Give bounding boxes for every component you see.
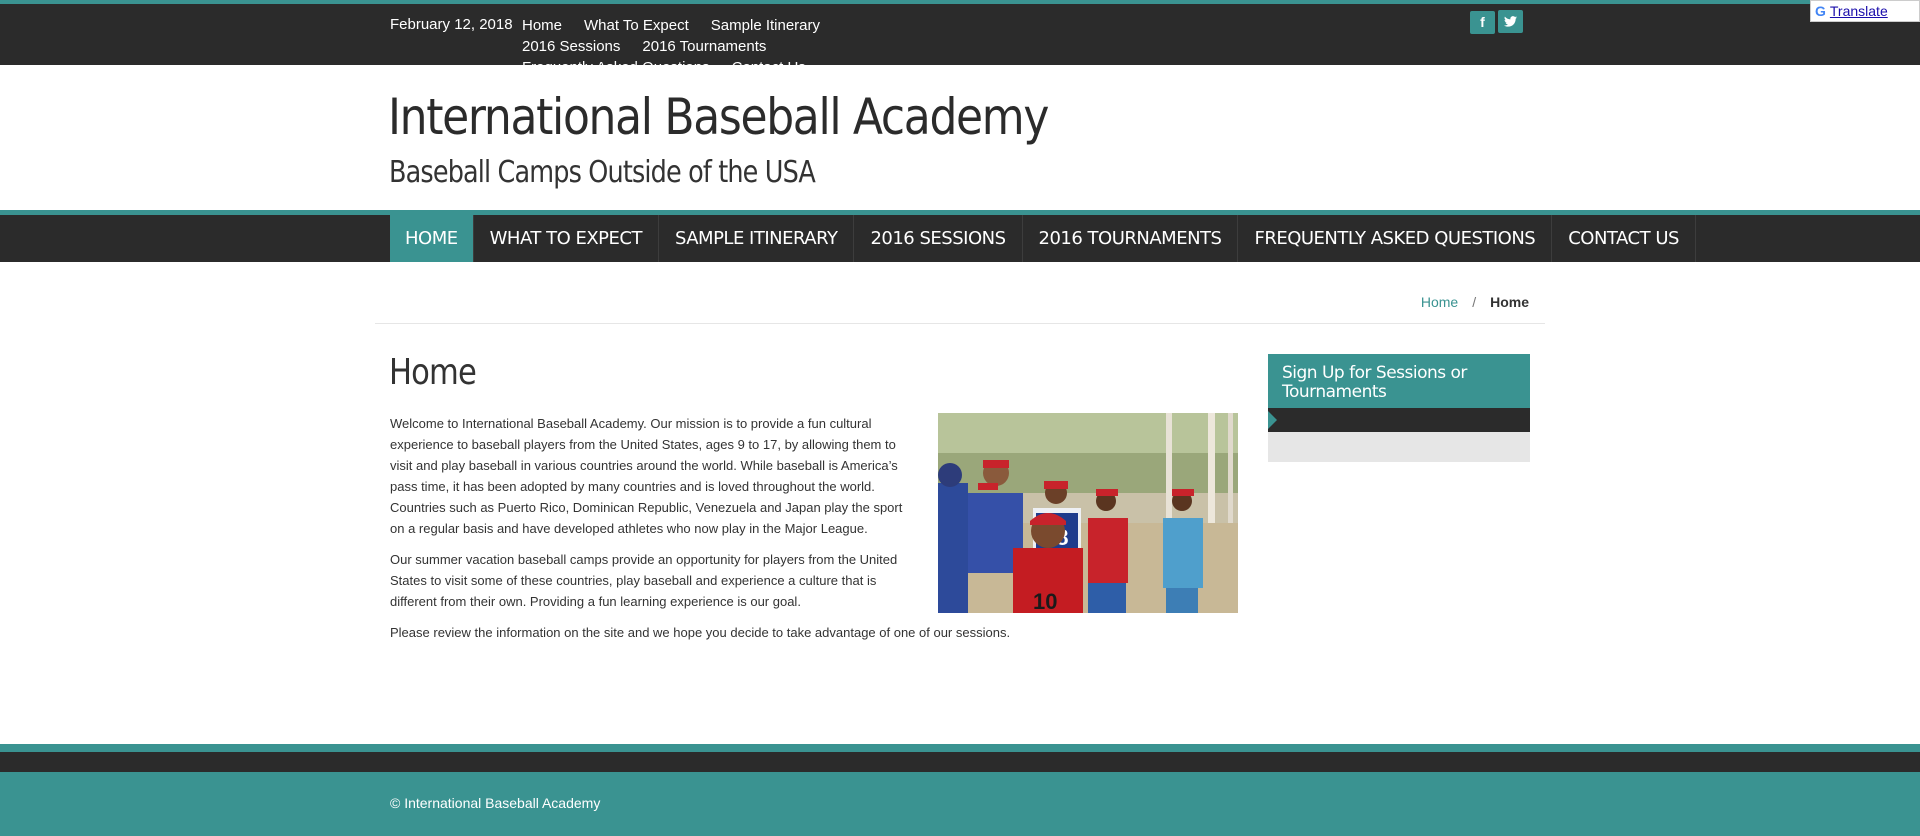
social-links: f — [1470, 10, 1526, 34]
players-photo: 88 10 — [938, 413, 1238, 613]
facebook-icon[interactable]: f — [1470, 11, 1495, 34]
nav-item-2016-tournaments[interactable]: 2016 TOURNAMENTS — [1023, 215, 1239, 262]
top-link-sample-itinerary[interactable]: Sample Itinerary — [711, 15, 820, 36]
footer-dark-band — [0, 752, 1920, 772]
signup-widget: Sign Up for Sessions or Tournaments — [1268, 354, 1530, 462]
nav-item-faq[interactable]: FREQUENTLY ASKED QUESTIONS — [1238, 215, 1553, 262]
top-link-what-to-expect[interactable]: What To Expect — [584, 15, 689, 36]
content-divider — [375, 323, 1545, 324]
camps-paragraph: Our summer vacation baseball camps provi… — [390, 552, 898, 609]
copyright-text: © International Baseball Academy — [390, 795, 601, 811]
google-translate-widget[interactable]: G Translate — [1810, 0, 1920, 22]
top-link-2016-tournaments[interactable]: 2016 Tournaments — [642, 36, 766, 57]
breadcrumb: Home / Home — [1421, 294, 1529, 310]
top-link-faq[interactable]: Frequently Asked Questions — [522, 57, 710, 78]
top-link-home[interactable]: Home — [522, 15, 562, 36]
triangle-arrow-icon — [1268, 411, 1277, 429]
site-tagline: Baseball Camps Outside of the USA — [389, 155, 816, 190]
svg-text:10: 10 — [1033, 589, 1057, 613]
top-navigation: Home What To Expect Sample Itinerary 2016 S… — [522, 15, 952, 78]
intro-paragraph: Welcome to International Baseball Academ… — [390, 416, 903, 536]
signup-widget-bar — [1268, 408, 1530, 432]
breadcrumb-current: Home — [1490, 294, 1529, 310]
twitter-icon[interactable] — [1498, 10, 1523, 33]
main-navigation: HOME WHAT TO EXPECT SAMPLE ITINERARY 201… — [0, 210, 1920, 262]
top-link-contact-us[interactable]: Contact Us — [732, 57, 806, 78]
translate-link[interactable]: Translate — [1830, 3, 1888, 19]
footer — [0, 772, 1920, 836]
footer-accent-stripe — [0, 744, 1920, 752]
top-bar: February 12, 2018 Home What To Expect Samp… — [0, 0, 1920, 76]
nav-item-what-to-expect[interactable]: WHAT TO EXPECT — [474, 215, 659, 262]
review-paragraph: Please review the information on the sit… — [390, 625, 1011, 640]
signup-widget-body — [1268, 432, 1530, 462]
nav-item-contact-us[interactable]: CONTACT US — [1552, 215, 1696, 262]
nav-item-2016-sessions[interactable]: 2016 SESSIONS — [854, 215, 1023, 262]
breadcrumb-home-link[interactable]: Home — [1421, 294, 1458, 310]
nav-item-home[interactable]: HOME — [390, 215, 474, 262]
nav-item-sample-itinerary[interactable]: SAMPLE ITINERARY — [659, 215, 855, 262]
page-title: Home — [389, 352, 477, 393]
site-title[interactable]: International Baseball Academy — [388, 88, 1049, 146]
breadcrumb-separator: / — [1472, 294, 1477, 310]
top-link-2016-sessions[interactable]: 2016 Sessions — [522, 36, 620, 57]
google-g-icon: G — [1815, 3, 1826, 19]
signup-widget-title: Sign Up for Sessions or Tournaments — [1268, 354, 1530, 408]
current-date: February 12, 2018 — [390, 16, 513, 33]
